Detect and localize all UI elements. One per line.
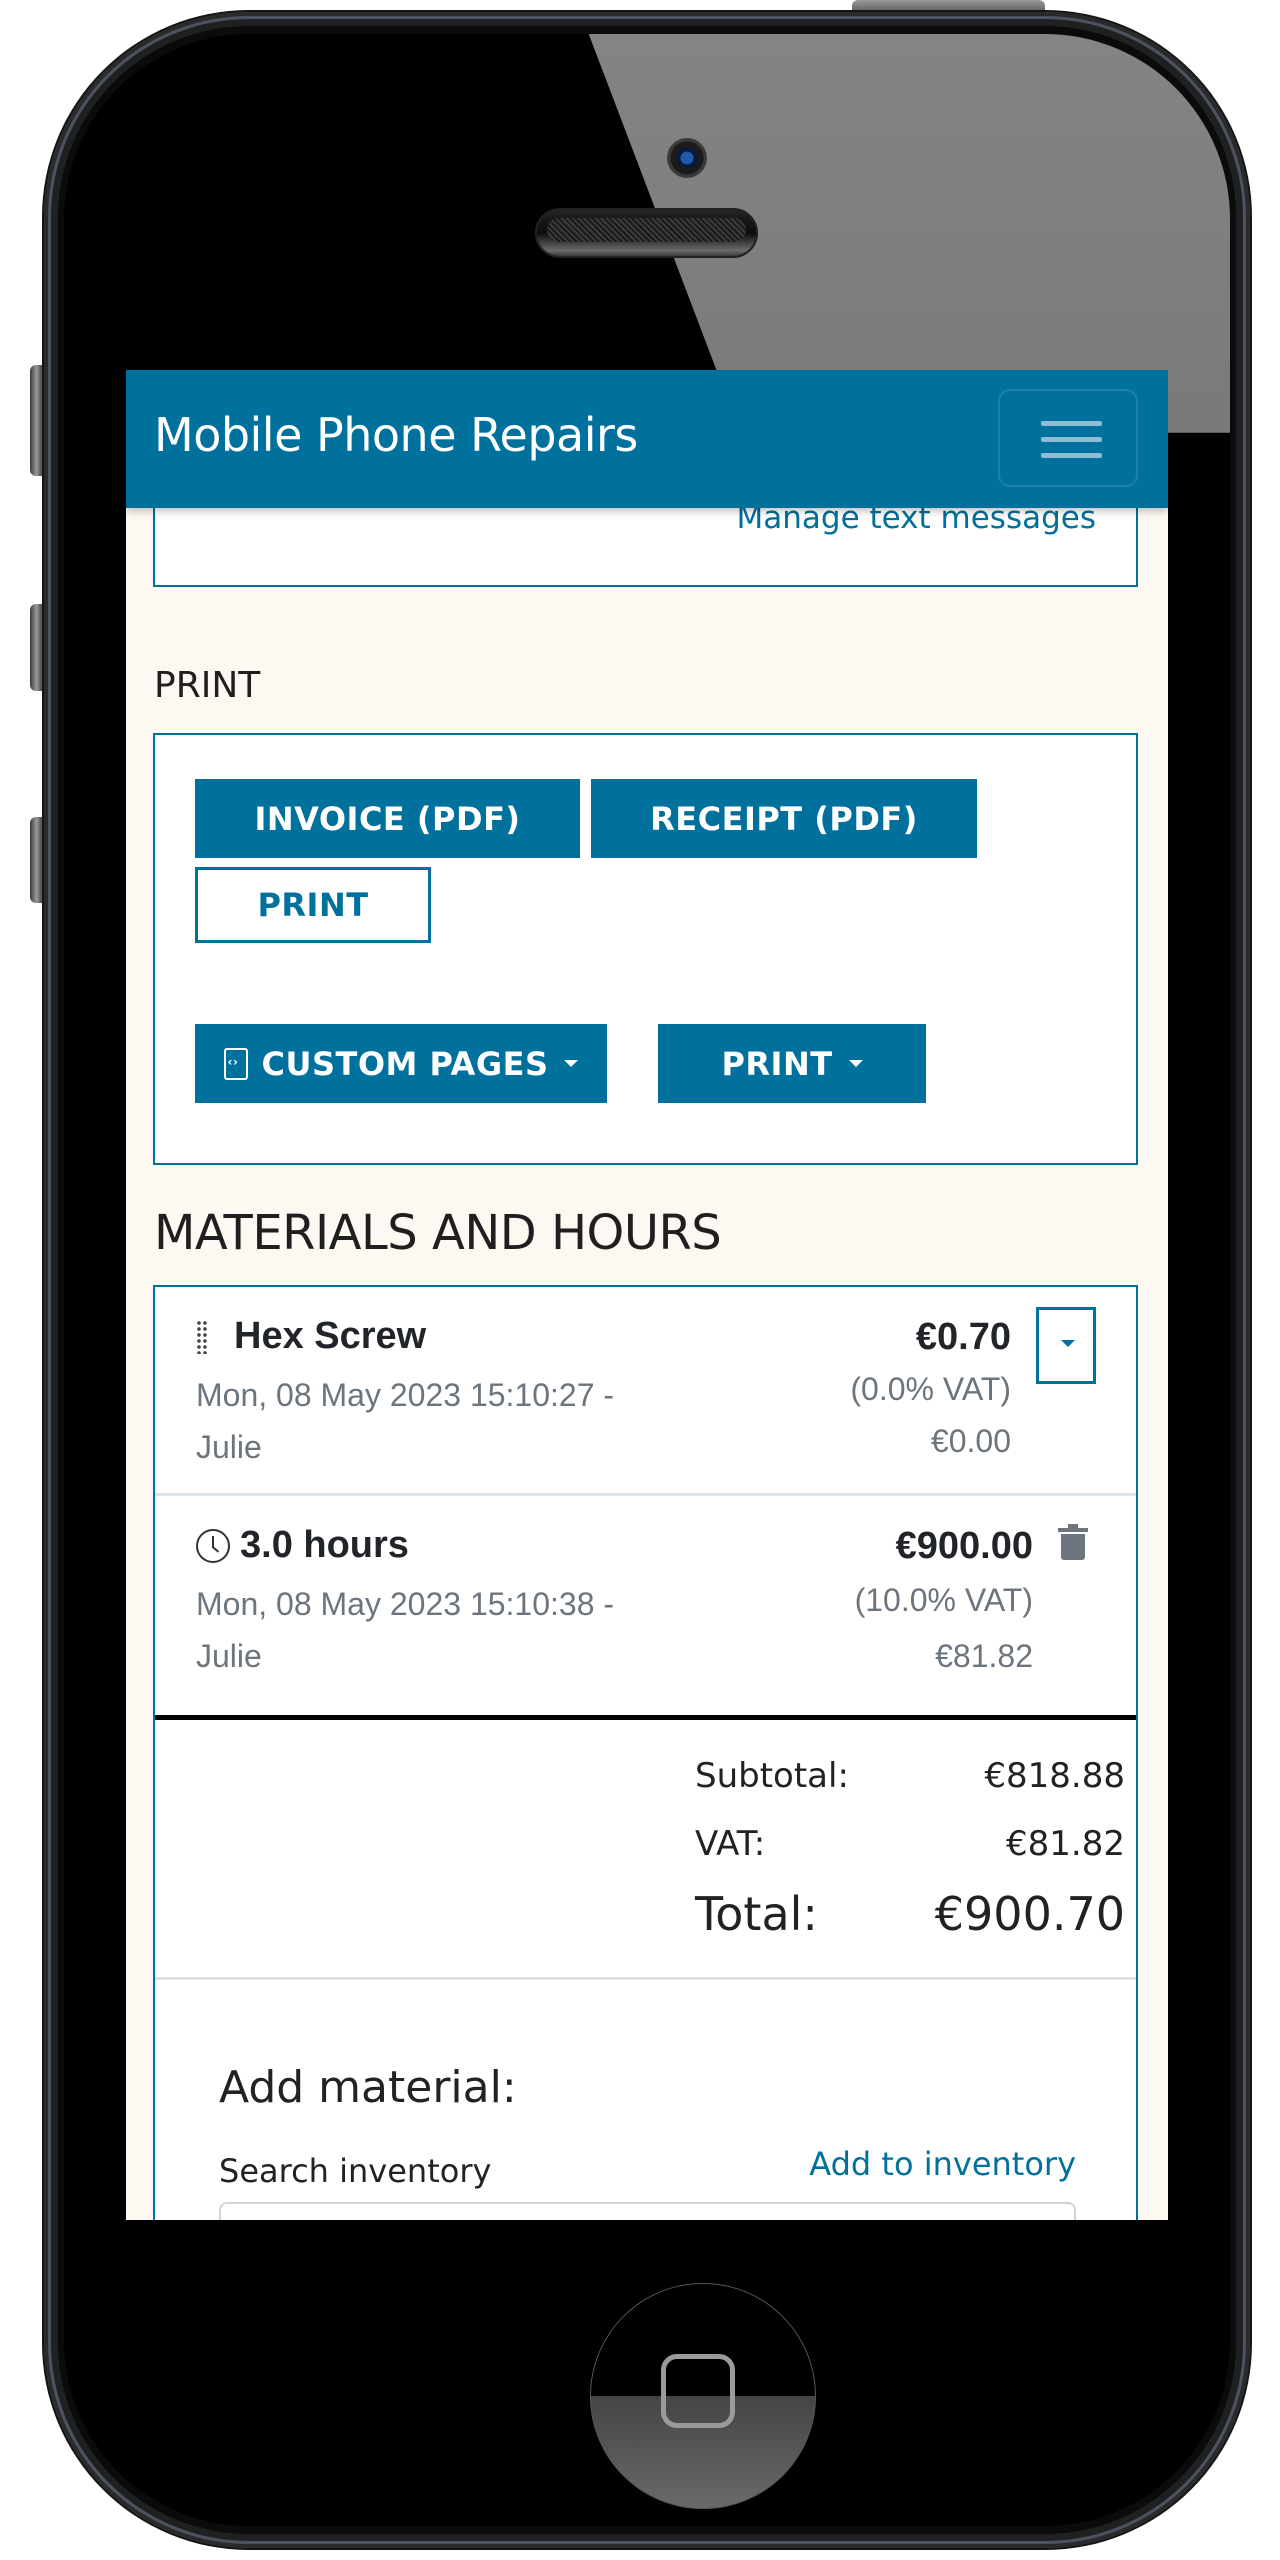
print-dropdown-label: PRINT: [721, 1044, 833, 1083]
item-pricing: €0.70 (0.0% VAT) €0.00: [850, 1311, 1011, 1467]
invoice-pdf-button[interactable]: INVOICE (PDF): [195, 779, 580, 858]
custom-pages-label: CUSTOM PAGES: [261, 1044, 549, 1083]
materials-card: Hex Screw Mon, 08 May 2023 15:10:27 - Ju…: [153, 1285, 1138, 2220]
total-label: Total:: [695, 1887, 818, 1941]
item-meta: Mon, 08 May 2023 15:10:27 - Julie: [196, 1369, 696, 1473]
item-name: Hex Screw: [196, 1315, 426, 1358]
trash-icon[interactable]: [1058, 1524, 1088, 1560]
item-name: 3.0 hours: [196, 1524, 409, 1567]
item-timestamp: Mon, 08 May 2023 15:10:27 -: [196, 1377, 615, 1413]
add-material-title: Add material:: [219, 2062, 517, 2113]
print-section-title: PRINT: [154, 665, 261, 706]
item-meta: Mon, 08 May 2023 15:10:38 - Julie: [196, 1578, 696, 1682]
home-button: [590, 2283, 816, 2509]
print-dropdown[interactable]: PRINT: [658, 1024, 926, 1103]
drag-handle-icon[interactable]: [196, 1319, 208, 1354]
search-inventory-label: Search inventory: [219, 2152, 492, 2190]
hamburger-menu-icon-bar: [1041, 437, 1102, 442]
subtotal-value: €818.88: [984, 1756, 1125, 1796]
materials-section-title: MATERIALS AND HOURS: [154, 1205, 722, 1261]
item-vat-rate: (0.0% VAT): [850, 1371, 1011, 1407]
search-inventory-input[interactable]: [219, 2202, 1076, 2220]
custom-pages-dropdown[interactable]: CUSTOM PAGES: [195, 1024, 607, 1103]
item-name-text: Hex Screw: [234, 1315, 427, 1357]
vat-row: VAT: €81.82: [695, 1810, 1125, 1878]
subtotal-label: Subtotal:: [695, 1756, 849, 1796]
caret-down-icon: [848, 1060, 863, 1067]
app-title[interactable]: Mobile Phone Repairs: [154, 408, 638, 462]
navbar: Mobile Phone Repairs: [126, 370, 1168, 508]
print-card: INVOICE (PDF) RECEIPT (PDF) PRINT CUSTOM…: [153, 733, 1138, 1355]
item-user: Julie: [196, 1638, 262, 1674]
subtotal-row: Subtotal: €818.88: [695, 1742, 1125, 1810]
item-vat-amount: €0.00: [930, 1423, 1011, 1459]
print-label: PRINT: [257, 886, 369, 924]
hamburger-menu-icon: [1041, 421, 1102, 426]
print-button[interactable]: PRINT: [195, 867, 431, 943]
vat-value: €81.82: [1006, 1824, 1125, 1864]
item-timestamp: Mon, 08 May 2023 15:10:38 -: [196, 1586, 615, 1622]
item-user: Julie: [196, 1429, 262, 1465]
clock-icon: [196, 1528, 230, 1563]
material-row: Hex Screw Mon, 08 May 2023 15:10:27 - Ju…: [155, 1287, 1136, 1496]
earpiece-speaker: [535, 208, 758, 258]
item-actions-dropdown[interactable]: [1036, 1307, 1096, 1384]
item-pricing: €900.00 (10.0% VAT) €81.82: [855, 1520, 1033, 1684]
total-row: Total: €900.70: [695, 1878, 1125, 1950]
front-camera: [667, 138, 707, 178]
receipt-pdf-button[interactable]: RECEIPT (PDF): [591, 779, 977, 858]
invoice-pdf-label: INVOICE (PDF): [254, 799, 521, 838]
total-value: €900.70: [934, 1887, 1125, 1941]
item-price: €0.70: [915, 1316, 1011, 1358]
totals-summary: Subtotal: €818.88 VAT: €81.82 Total: €90…: [695, 1742, 1125, 1950]
add-to-inventory-link[interactable]: Add to inventory: [809, 2145, 1076, 2183]
receipt-pdf-label: RECEIPT (PDF): [650, 799, 918, 838]
vat-label: VAT:: [695, 1824, 766, 1864]
hamburger-menu-icon-bar: [1041, 453, 1102, 458]
file-code-icon: [223, 1047, 248, 1080]
item-name-text: 3.0 hours: [240, 1524, 409, 1566]
app-screen: Manage text messages PRINT INVOICE (PDF)…: [126, 370, 1168, 2220]
item-price: €900.00: [895, 1525, 1033, 1567]
hamburger-menu-button[interactable]: [998, 389, 1138, 487]
totals-divider: [155, 1977, 1136, 1980]
item-vat-rate: (10.0% VAT): [854, 1582, 1033, 1618]
caret-down-icon: [564, 1060, 579, 1067]
hours-row: 3.0 hours Mon, 08 May 2023 15:10:38 - Ju…: [155, 1496, 1136, 1720]
item-vat-amount: €81.82: [935, 1638, 1033, 1674]
